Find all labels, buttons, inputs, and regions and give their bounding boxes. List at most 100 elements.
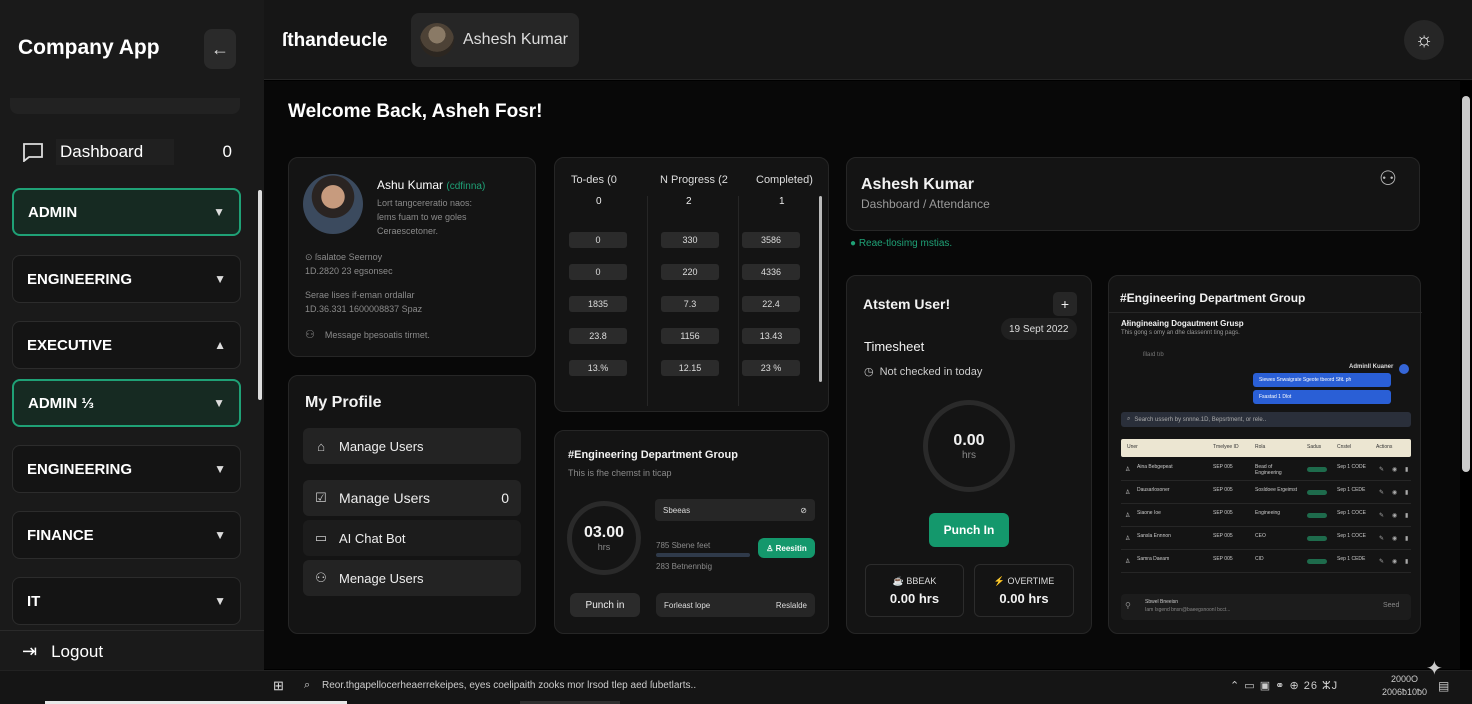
avatar (420, 23, 454, 57)
clock[interactable]: 2000O 2006ƀ10ƀ0 (1382, 673, 1427, 699)
sender-avatar (1399, 364, 1409, 374)
sidebar-item-label: Dashboard (56, 139, 174, 165)
collapse-sidebar-button[interactable]: ← (204, 29, 236, 69)
sidebar-group-engineering-2[interactable]: ENGINEERING ▼ (12, 445, 241, 493)
task-cell: 7.3 (661, 296, 719, 312)
menu-item-label: AI Chat Bot (339, 530, 406, 546)
profile-name-text: Ashu Kumar (377, 178, 444, 192)
profile-meta-line: 1D.36.331 1600008837 Spaz (305, 304, 423, 314)
sidebar-group-admin-2[interactable]: ADMIN ⅓ ▼ (12, 379, 241, 427)
forecast-right: Reslalde (775, 600, 807, 610)
view-icon[interactable]: ◉ (1392, 512, 1397, 519)
coffee-icon: ☕ (892, 575, 904, 586)
engineering-hours-card: #Engineering Department Group This is fh… (554, 430, 829, 634)
delete-icon[interactable]: ▮ (1405, 466, 1408, 473)
edit-icon[interactable]: ✎ (1379, 535, 1384, 542)
sidebar-group-it[interactable]: IT ▼ (12, 577, 241, 625)
view-icon[interactable]: ◉ (1392, 489, 1397, 496)
chevron-down-icon: ▼ (213, 396, 225, 410)
table-cell: Bead of Engineering (1255, 464, 1282, 476)
chevron-down-icon: ▼ (214, 594, 226, 608)
eng-card-subtitle: This is fhe chemst in ticap (568, 468, 672, 478)
break-value: 0.00 hrs (889, 590, 940, 606)
menu-item-ai-chat-bot[interactable]: ▭ AI Chat Bot (303, 520, 521, 556)
delete-icon[interactable]: ▮ (1405, 489, 1408, 496)
table-cell: SEP 005 (1213, 510, 1233, 516)
tasks-card: To-des (0 N Progress (2 Completed) 0 2 1… (554, 157, 829, 412)
profile-meta-1: ⊙ ſsalatoe Seernoy 1D.2820 23 egsonsec (305, 250, 393, 278)
sidebar-scrollbar[interactable] (258, 190, 262, 400)
page-scrollbar[interactable] (1462, 96, 1470, 472)
chevron-down-icon: ▼ (214, 462, 226, 476)
group-label: ENGINEERING (27, 460, 133, 478)
sidebar-group-finance[interactable]: FINANCE ▼ (12, 511, 241, 559)
chat-search-field[interactable]: ⌕ Search usserh by snnne.1D, Bepsrtment, … (1121, 412, 1411, 427)
table-row[interactable]: Sansla Ennnon SEP 005 CEO Sep 1 COCE ♙ ✎ ◉ ▮ (1121, 528, 1411, 550)
chat-search-text: Search usserh by snnne.1D, Bepsrtment, o… (1134, 416, 1267, 423)
table-row[interactable]: Samra Daeam SEP 005 CID Sep 1 CEDE ♙ ✎ ◉ ▮ (1121, 551, 1411, 573)
timesheet-hours: 0.00 (953, 431, 985, 449)
overtime-label: OVERTIME (1007, 575, 1055, 586)
clock-time: 2000O (1391, 674, 1419, 684)
user-chip[interactable]: Ashesh Kumar (411, 13, 579, 67)
delete-icon[interactable]: ▮ (1405, 512, 1408, 519)
punch-in-button[interactable]: Punch In (929, 513, 1009, 547)
user-check-icon[interactable]: ⚇ (1379, 166, 1397, 191)
menu-item-menage-users[interactable]: ⚇ Menage Users (303, 560, 521, 596)
home-icon: ⌂ (317, 438, 325, 454)
edit-icon[interactable]: ✎ (1379, 512, 1384, 519)
windows-icon[interactable]: ⊞ (273, 678, 284, 694)
profile-message-link[interactable]: ⚇ Message bpesoatis tirmet. (305, 328, 430, 341)
chevron-down-icon: ▼ (213, 205, 225, 219)
table-row[interactable]: Dausarlosoner SEP 005 Sosldoee Ergeimst Sep… (1121, 482, 1411, 504)
chat-card-title: #Engineering Department Group (1120, 291, 1306, 305)
sidebar-group-engineering[interactable]: ENGINEERING ▼ (12, 255, 241, 303)
theme-toggle-button[interactable]: ☼ (1404, 20, 1444, 60)
chevron-down-icon: ▼ (214, 528, 226, 542)
forecast-row[interactable]: Forleast lope Reslalde (656, 593, 815, 617)
resign-button[interactable]: ♙ Reesitin (758, 538, 815, 558)
arrow-left-icon: ← (211, 38, 229, 59)
sidebar-group-admin[interactable]: ADMIN ▼ (12, 188, 241, 236)
punch-in-small-button[interactable]: Punch in (570, 593, 640, 617)
table-row[interactable]: Siaone Ioe SEP 005 Engineeing Sep 1 COCE ♙ ✎ ◉… (1121, 505, 1411, 527)
profile-name-tag: (cdfinna) (446, 181, 486, 192)
realtime-status: ● Reae-tlosimg mstias. (850, 238, 953, 249)
table-cell: Samra Daeam (1137, 556, 1170, 562)
chat-composer[interactable]: ⚲ Sbwel Bneeisn Iam Isgend bnsn@baeegsno… (1121, 594, 1411, 620)
notification-icon[interactable]: ▤ (1438, 679, 1449, 693)
logout-button[interactable]: ⇥ Logout (0, 630, 264, 672)
tasks-col-todo: To-des (0 (571, 174, 617, 186)
view-icon[interactable]: ◉ (1392, 466, 1397, 473)
edit-icon[interactable]: ✎ (1379, 466, 1384, 473)
checkin-status: ◷ Not checked in today (864, 365, 982, 379)
menu-item-manage-users[interactable]: ⌂ Manage Users (303, 428, 521, 464)
timesheet-label: Timesheet (864, 339, 925, 354)
delete-icon[interactable]: ▮ (1405, 558, 1408, 565)
add-button[interactable]: + (1053, 292, 1077, 316)
menu-item-manage-users-2[interactable]: ☑ Manage Users 0 (303, 480, 521, 516)
taskbar-search-icon[interactable]: ⌕ (304, 679, 310, 692)
system-tray[interactable]: ⌃ ▭ ▣ ⚭ ⊕ 26 ⵣJ (1230, 679, 1338, 692)
table-cell: SEP 005 (1213, 533, 1233, 539)
task-cell: 23 % (742, 360, 800, 376)
tasks-scrollbar[interactable] (819, 196, 822, 382)
table-row[interactable]: Aina Bebgepeat SEP 005 Bead of Engineering… (1121, 459, 1411, 481)
edit-icon[interactable]: ✎ (1379, 489, 1384, 496)
view-icon[interactable]: ◉ (1392, 558, 1397, 565)
hours-ring-unit: hrs (597, 542, 611, 552)
status-badge (1307, 536, 1327, 541)
attach-icon[interactable]: ⚲ (1125, 601, 1131, 610)
edit-icon[interactable]: ✎ (1379, 558, 1384, 565)
user-icon: ♙ (1125, 490, 1131, 496)
hours-ring-value: 03.00 (583, 524, 625, 541)
delete-icon[interactable]: ▮ (1405, 535, 1408, 542)
break-label: BBEAK (906, 575, 937, 586)
sidebar-item-dashboard[interactable]: Dashboard 0 (22, 138, 232, 166)
send-button[interactable]: Seed (1383, 602, 1399, 609)
view-icon[interactable]: ◉ (1392, 535, 1397, 542)
sidebar-group-executive[interactable]: EXECUTIVE ▲ (12, 321, 241, 369)
sidebar-scroll-stub (10, 98, 240, 114)
main-content: Welcome Back, Asheh Fosr! Ashu Kumar (cd… (264, 81, 1460, 669)
taskbar-search-text[interactable]: Reor.thgapellocerheaerrekeipes, eyes coe… (322, 680, 696, 691)
